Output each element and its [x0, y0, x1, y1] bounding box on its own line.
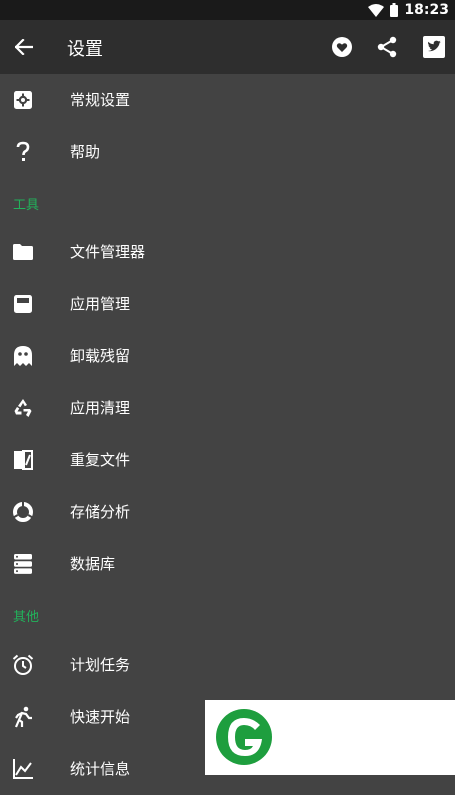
menu-item-app-manager[interactable]: 应用管理 — [0, 278, 455, 330]
settings-gear-icon — [12, 89, 34, 111]
share-icon — [377, 36, 397, 58]
run-icon — [12, 706, 34, 728]
stats-icon — [12, 758, 34, 780]
ghost-icon — [12, 345, 34, 367]
menu-item-general-settings[interactable]: 常规设置 — [0, 74, 455, 126]
menu-item-duplicate-files[interactable]: 重复文件 — [0, 434, 455, 486]
watermark-overlay — [205, 700, 455, 775]
menu-item-uninstall-residue[interactable]: 卸载残留 — [0, 330, 455, 382]
menu-item-label: 存储分析 — [70, 503, 131, 521]
menu-item-label: 统计信息 — [70, 760, 131, 778]
battery-icon — [390, 3, 399, 17]
help-icon — [12, 141, 34, 163]
menu-item-label: 数据库 — [70, 555, 116, 573]
wifi-icon — [368, 3, 385, 17]
menu-item-label: 计划任务 — [70, 656, 131, 674]
section-header-other: 其他 — [13, 610, 40, 625]
menu-item-app-cleaner[interactable]: 应用清理 — [0, 382, 455, 434]
menu-item-label: 应用清理 — [70, 399, 131, 417]
folder-icon — [12, 241, 34, 263]
page-title: 设置 — [67, 39, 103, 60]
menu-item-label: 卸载残留 — [70, 347, 131, 365]
menu-item-label: 常规设置 — [70, 91, 131, 109]
menu-item-storage-analysis[interactable]: 存储分析 — [0, 486, 455, 538]
watermark-logo-icon — [216, 709, 272, 765]
share-button[interactable] — [373, 33, 401, 61]
alarm-icon — [12, 654, 34, 676]
recycle-icon — [12, 397, 34, 419]
heart-icon — [332, 37, 352, 57]
twitter-icon — [423, 36, 445, 58]
menu-item-file-manager[interactable]: 文件管理器 — [0, 226, 455, 278]
menu-item-scheduled-tasks[interactable]: 计划任务 — [0, 639, 455, 691]
status-bar: 18:23 — [0, 0, 455, 20]
menu-item-help[interactable]: 帮助 — [0, 126, 455, 178]
menu-item-label: 文件管理器 — [70, 243, 146, 261]
menu-item-label: 应用管理 — [70, 295, 131, 313]
status-icons: 18:23 — [368, 1, 449, 19]
section-header-tools: 工具 — [13, 198, 40, 213]
arrow-back-icon — [15, 39, 33, 55]
twitter-button[interactable] — [420, 33, 448, 61]
menu-item-database[interactable]: 数据库 — [0, 538, 455, 590]
app-manager-icon — [12, 293, 34, 315]
favorite-button[interactable] — [328, 33, 356, 61]
back-button[interactable] — [10, 33, 38, 61]
menu-item-label: 重复文件 — [70, 451, 131, 469]
menu-item-label: 帮助 — [70, 143, 101, 161]
status-time: 18:23 — [404, 2, 449, 18]
database-icon — [12, 553, 34, 575]
duplicate-icon — [12, 449, 34, 471]
menu-item-label: 快速开始 — [70, 708, 131, 726]
app-bar: 设置 — [0, 20, 455, 74]
storage-analysis-icon — [12, 501, 34, 523]
